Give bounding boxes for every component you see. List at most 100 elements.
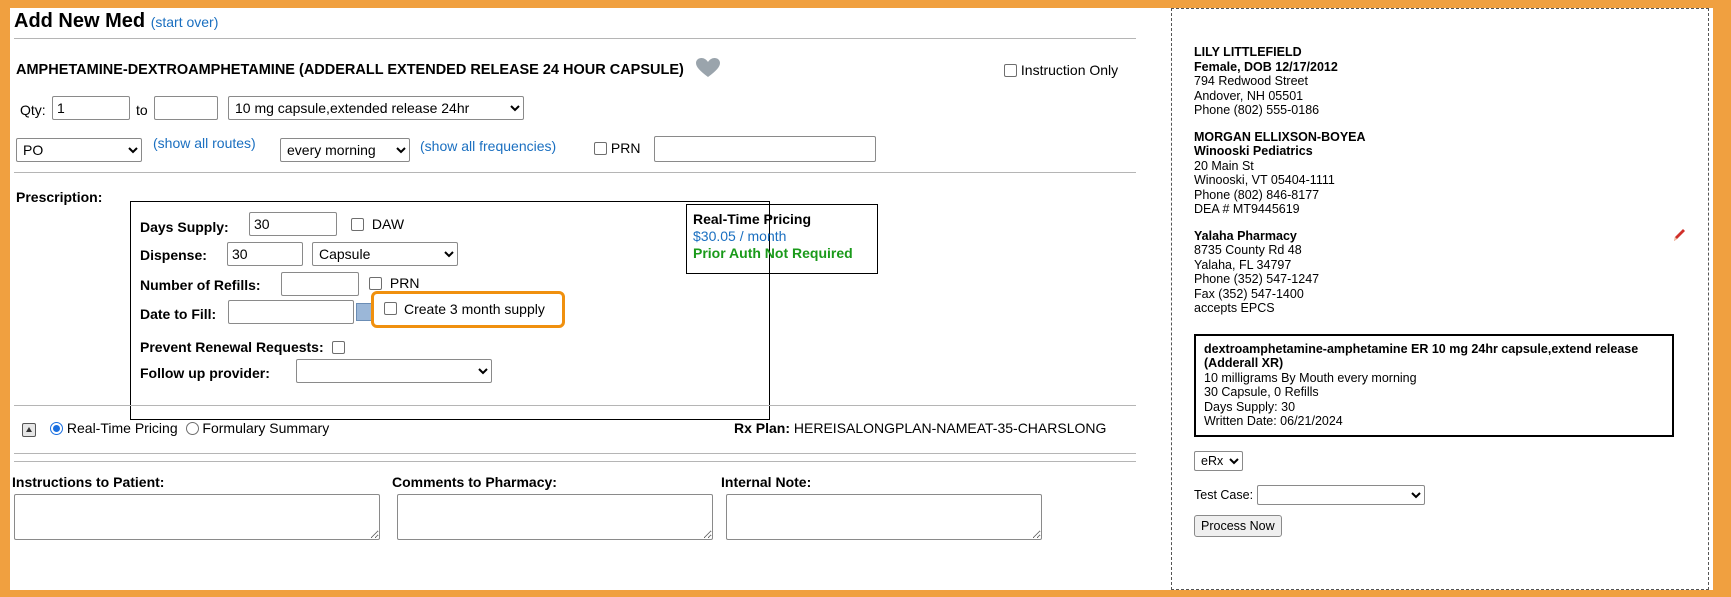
prescription-label: Prescription: <box>16 189 103 205</box>
pharmacy-fax: Fax (352) 547-1400 <box>1194 286 1304 301</box>
prescriber-dea: DEA # MT9445619 <box>1194 202 1300 216</box>
route-select[interactable]: PO <box>16 138 142 162</box>
dose-form-select[interactable]: 10 mg capsule,extended release 24hr <box>228 96 524 120</box>
pharmacy-street: 8735 County Rd 48 <box>1194 243 1302 257</box>
prescription-summary-panel: LILY LITTLEFIELD Female, DOB 12/17/2012 … <box>1171 8 1709 590</box>
divider <box>14 461 1136 462</box>
prn[interactable]: PRN <box>594 140 640 156</box>
rtp-radio[interactable] <box>50 422 63 435</box>
drug-name: AMPHETAMINE-DEXTROAMPHETAMINE (ADDERALL … <box>16 58 720 82</box>
pharmacy-city: Yalaha, FL 34797 <box>1194 257 1292 272</box>
formulary-radio[interactable] <box>185 422 199 435</box>
prn-reason-input[interactable] <box>654 136 876 162</box>
test-case-row: Test Case: <box>1194 484 1684 505</box>
prevent-renewal-label-text: Prevent Renewal Requests: <box>140 339 324 355</box>
qty-label: Qty: <box>20 102 46 118</box>
show-all-routes-link[interactable]: (show all routes) <box>153 135 256 151</box>
days-supply-input[interactable] <box>249 212 337 236</box>
edit-pencil-icon[interactable] <box>1672 227 1686 247</box>
divider <box>14 38 1136 39</box>
divider <box>14 453 1136 454</box>
daw-label: DAW <box>371 216 405 232</box>
qty-to-input[interactable] <box>154 96 218 120</box>
dispense-input[interactable] <box>227 242 303 266</box>
follow-up-label: Follow up provider: <box>140 365 270 381</box>
drug-name-text: AMPHETAMINE-DEXTROAMPHETAMINE (ADDERALL … <box>16 61 684 78</box>
daw-checkbox[interactable] <box>351 218 364 231</box>
date-to-fill-input[interactable] <box>228 300 354 324</box>
rx-plan: Rx Plan: HEREISALONGPLAN-NAMEAT-35-CHARS… <box>734 420 1106 436</box>
patient-city: Andover, NH 05501 <box>1194 88 1304 103</box>
three-month-supply-label: Create 3 month supply <box>404 301 545 317</box>
refills-prn[interactable]: PRN <box>369 275 419 291</box>
pricing-title: Real-Time Pricing <box>693 211 812 227</box>
patient-info: LILY LITTLEFIELD Female, DOB 12/17/2012 … <box>1194 45 1684 118</box>
instruction-only-label: Instruction Only <box>1020 62 1119 78</box>
refills-prn-label: PRN <box>389 275 420 291</box>
patient-name: LILY LITTLEFIELD <box>1194 45 1302 59</box>
favorite-heart-icon[interactable] <box>695 58 720 82</box>
prn-checkbox[interactable] <box>594 142 607 155</box>
frequency-select[interactable]: every morning <box>280 138 410 162</box>
days-supply-label: Days Supply: <box>140 219 229 235</box>
pricing-price: $30.05 / month <box>693 228 787 244</box>
pharmacy-phone: Phone (352) 547-1247 <box>1194 272 1320 286</box>
rx-plan-value: HEREISALONGPLAN-NAMEAT-35-CHARSLONG <box>793 420 1107 436</box>
refills-input[interactable] <box>281 272 359 296</box>
summary-written-date: Written Date: 06/21/2024 <box>1204 414 1343 428</box>
pharmacy-info: Yalaha Pharmacy 8735 County Rd 48 Yalaha… <box>1194 227 1686 316</box>
comments-label: Comments to Pharmacy: <box>392 474 557 490</box>
formulary-label: Formulary Summary <box>202 420 330 436</box>
summary-drug: dextroamphetamine-amphetamine ER 10 mg 2… <box>1204 341 1639 371</box>
prescriber-name: MORGAN ELLIXSON-BOYEA <box>1194 129 1366 144</box>
qty-from-input[interactable] <box>52 96 130 120</box>
rx-plan-label: Rx Plan: <box>734 420 791 436</box>
page-title-text: Add New Med <box>14 10 146 32</box>
summary-days: Days Supply: 30 <box>1204 399 1296 414</box>
method-row: eRx <box>1194 450 1684 471</box>
instruction-only[interactable]: Instruction Only <box>1004 62 1118 78</box>
prescriber-practice: Winooski Pediatrics <box>1194 144 1313 158</box>
three-month-supply[interactable]: Create 3 month supply <box>371 291 565 328</box>
test-case-select[interactable] <box>1256 484 1425 505</box>
daw[interactable]: DAW <box>351 216 404 232</box>
rtp-label: Real-Time Pricing <box>66 420 178 436</box>
process-now-button[interactable]: Process Now <box>1194 514 1282 537</box>
process-row: Process Now <box>1194 514 1684 537</box>
collapse-toggle-icon[interactable] <box>22 423 36 437</box>
to-label: to <box>136 102 148 118</box>
summary-sig: 10 milligrams By Mouth every morning <box>1204 370 1417 385</box>
three-month-supply-checkbox[interactable] <box>384 302 397 315</box>
method-select[interactable]: eRx <box>1194 450 1243 471</box>
dispense-label: Dispense: <box>140 247 207 263</box>
divider <box>14 405 1136 406</box>
page-title: Add New Med (start over) <box>14 10 218 33</box>
patient-demographics: Female, DOB 12/17/2012 <box>1194 59 1338 74</box>
pharmacy-name: Yalaha Pharmacy <box>1194 228 1297 243</box>
prevent-renewal-checkbox[interactable] <box>331 341 345 354</box>
follow-up-select[interactable] <box>296 359 492 383</box>
instruction-only-checkbox[interactable] <box>1004 64 1017 77</box>
dispense-unit-select[interactable]: Capsule <box>312 242 458 266</box>
prn-label: PRN <box>610 140 641 156</box>
prescriber-phone: Phone (802) 846-8177 <box>1194 187 1320 202</box>
patient-street: 794 Redwood Street <box>1194 74 1308 88</box>
pricing-view-toggle[interactable]: Real-Time Pricing Formulary Summary <box>50 420 329 436</box>
start-over-link[interactable]: (start over) <box>151 14 219 30</box>
refills-label: Number of Refills: <box>140 277 261 293</box>
comments-textarea[interactable] <box>397 494 713 540</box>
internal-note-textarea[interactable] <box>726 494 1042 540</box>
show-all-frequencies-link[interactable]: (show all frequencies) <box>420 138 556 154</box>
real-time-pricing-box: Real-Time Pricing $30.05 / month Prior A… <box>686 204 878 274</box>
summary-qty: 30 Capsule, 0 Refills <box>1204 385 1319 399</box>
refills-prn-checkbox[interactable] <box>369 277 382 290</box>
rx-summary-box: dextroamphetamine-amphetamine ER 10 mg 2… <box>1194 333 1674 437</box>
prescriber-street: 20 Main St <box>1194 158 1254 173</box>
instructions-label: Instructions to Patient: <box>12 474 165 490</box>
divider <box>14 172 1136 173</box>
prescriber-city: Winooski, VT 05404-1111 <box>1194 173 1335 187</box>
patient-phone: Phone (802) 555-0186 <box>1194 103 1320 117</box>
instructions-textarea[interactable] <box>14 494 380 540</box>
add-med-page: Add New Med (start over) AMPHETAMINE-DEX… <box>10 8 1713 590</box>
prior-auth-status: Prior Auth Not Required <box>693 245 853 261</box>
